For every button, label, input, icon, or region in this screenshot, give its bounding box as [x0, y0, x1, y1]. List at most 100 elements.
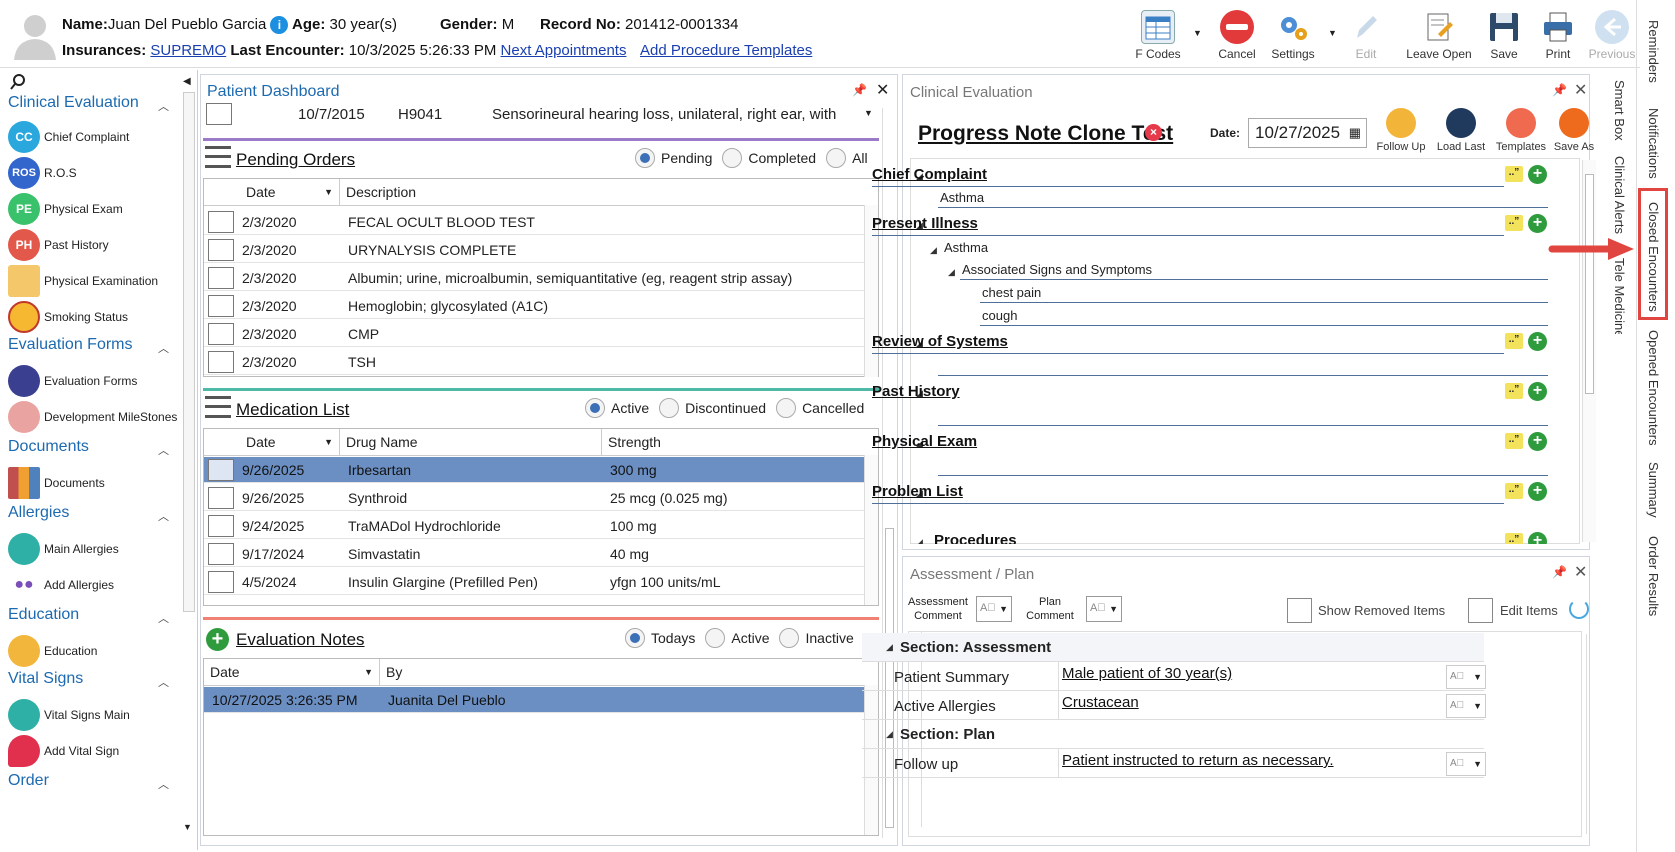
add-icon[interactable]: + [1528, 382, 1547, 401]
add-icon[interactable]: + [1528, 332, 1547, 351]
patient-summary-row[interactable]: Patient Summary Male patient of 30 year(… [862, 662, 1486, 691]
chevron-up-icon[interactable]: ︿ [158, 776, 169, 792]
search-icon[interactable] [10, 74, 26, 90]
section-order[interactable]: Order [8, 772, 49, 790]
plan-comment-dropdown[interactable]: A͏⃞ ▼ [1086, 596, 1122, 622]
row-checkbox[interactable] [208, 458, 234, 481]
add-icon[interactable]: + [1528, 432, 1547, 451]
cancel-button[interactable]: Cancel [1207, 10, 1267, 66]
nav-education[interactable]: Education [8, 635, 97, 667]
chevron-up-icon[interactable]: ︿ [158, 674, 169, 690]
col-date[interactable]: Date ▼ [204, 659, 380, 685]
edit-button[interactable]: Edit [1336, 10, 1396, 66]
filter-inactive[interactable]: Inactive [779, 628, 854, 648]
filter-discontinued[interactable]: Discontinued [659, 398, 766, 418]
tab-notifications[interactable]: Notifications [1646, 108, 1661, 179]
save-as-button[interactable]: Save As [1548, 108, 1600, 153]
sidebar-scroll-down-icon[interactable]: ▼ [183, 822, 192, 832]
add-icon[interactable]: + [1528, 532, 1547, 544]
table-row[interactable]: 10/27/2025 3:26:35 PM Juanita Del Pueblo [204, 687, 864, 713]
nav-documents[interactable]: Documents [8, 467, 105, 499]
quote-icon[interactable]: ..” [1505, 433, 1523, 449]
quote-icon[interactable]: ..” [1505, 533, 1523, 544]
row-checkbox[interactable] [208, 542, 234, 565]
col-date[interactable]: Date ▼ [240, 429, 340, 455]
active-allergies-row[interactable]: Active Allergies Crustacean A⃞ ▼ [862, 691, 1486, 720]
col-description[interactable]: Description [340, 179, 860, 205]
next-appointments-link[interactable]: Next Appointments [501, 42, 627, 59]
nav-ros[interactable]: ROS R.O.S [8, 157, 77, 189]
section-present-illness[interactable]: Present Illness [872, 215, 978, 232]
present-illness-item[interactable]: Asthma [944, 240, 988, 255]
nav-development-milestones[interactable]: Development MileStones [8, 401, 177, 433]
assessment-scrollbar[interactable] [1586, 634, 1600, 834]
section-chief-complaint[interactable]: Chief Complaint [872, 166, 987, 183]
chevron-up-icon[interactable]: ︿ [158, 98, 169, 114]
quote-icon[interactable]: ..” [1505, 383, 1523, 399]
previous-button[interactable]: Previous [1582, 10, 1642, 66]
follow-up-value[interactable]: Patient instructed to return as necessar… [1062, 752, 1334, 769]
table-row[interactable]: 9/26/2025 Irbesartan 300 mg [204, 457, 864, 483]
hamburger-icon[interactable] [205, 396, 231, 418]
row-checkbox[interactable] [208, 486, 234, 509]
pin-icon[interactable]: 📌 [852, 83, 867, 97]
patient-summary-value[interactable]: Male patient of 30 year(s) [1062, 665, 1232, 682]
insurance-link[interactable]: SUPREMO [150, 42, 226, 59]
associated-signs-item[interactable]: Associated Signs and Symptoms [962, 262, 1152, 277]
table-row[interactable]: 2/3/2020 Hemoglobin; glycosylated (A1C) [204, 293, 864, 319]
tab-clinical-alerts[interactable]: Clinical Alerts [1612, 156, 1627, 234]
add-evaluation-note-icon[interactable]: + [206, 628, 229, 651]
row-checkbox[interactable] [208, 514, 234, 537]
symptom-item[interactable]: cough [982, 308, 1017, 323]
table-row[interactable]: 9/24/2025 TraMADol Hydrochloride 100 mg [204, 513, 864, 539]
nav-chief-complaint[interactable]: CC Chief Complaint [8, 121, 129, 153]
row-checkbox[interactable] [206, 103, 232, 125]
fcodes-dropdown-icon[interactable]: ▼ [1193, 28, 1202, 38]
symptom-item[interactable]: chest pain [982, 285, 1041, 300]
quote-icon[interactable]: ..” [1505, 215, 1523, 231]
follow-up-button[interactable]: Follow Up [1372, 108, 1430, 153]
table-row[interactable]: 9/17/2024 Simvastatin 40 mg [204, 541, 864, 567]
col-date[interactable]: Date ▼ [240, 179, 340, 205]
active-allergies-value[interactable]: Crustacean [1062, 694, 1139, 711]
nav-add-vital-sign[interactable]: Add Vital Sign [8, 735, 119, 767]
add-procedure-templates-link[interactable]: Add Procedure Templates [640, 42, 812, 59]
table-row[interactable]: 9/26/2025 Synthroid 25 mcg (0.025 mg) [204, 485, 864, 511]
row-checkbox[interactable] [208, 322, 234, 345]
filter-all[interactable]: All [826, 148, 868, 168]
section-past-history[interactable]: Past History [872, 383, 960, 400]
show-removed-checkbox[interactable] [1287, 598, 1312, 623]
row-checkbox[interactable] [208, 238, 234, 261]
medication-scrollbar[interactable] [864, 455, 878, 605]
save-button[interactable]: Save [1474, 10, 1534, 66]
nav-vital-signs-main[interactable]: Vital Signs Main [8, 699, 130, 731]
tab-smart-box[interactable]: Smart Box [1612, 80, 1627, 141]
quote-icon[interactable]: ..” [1505, 333, 1523, 349]
follow-up-row[interactable]: Follow up Patient instructed to return a… [862, 749, 1486, 778]
filter-active-notes[interactable]: Active [705, 628, 769, 648]
col-drug-name[interactable]: Drug Name [340, 429, 602, 455]
filter-todays[interactable]: Todays [625, 628, 695, 648]
note-title[interactable]: Progress Note Clone Test [918, 122, 1173, 146]
nav-smoking-status[interactable]: Smoking Status [8, 301, 128, 333]
section-problem-list[interactable]: Problem List [872, 483, 963, 500]
note-tree-scrollbar[interactable] [1582, 160, 1596, 542]
refresh-icon[interactable] [1569, 599, 1589, 619]
row-checkbox[interactable] [208, 210, 234, 233]
table-row[interactable]: 2/3/2020 FECAL OCULT BLOOD TEST [204, 209, 864, 235]
section-allergies[interactable]: Allergies [8, 504, 69, 522]
calendar-icon[interactable]: ▦ [1349, 125, 1361, 141]
section-procedures[interactable]: Procedures [910, 532, 1017, 544]
table-row[interactable]: 2/3/2020 URYNALYSIS COMPLETE [204, 237, 864, 263]
tab-reminders[interactable]: Reminders [1646, 20, 1661, 83]
close-icon[interactable]: ✕ [876, 80, 889, 100]
col-strength[interactable]: Strength [602, 429, 864, 455]
quote-icon[interactable]: ..” [1505, 483, 1523, 499]
nav-physical-exam[interactable]: PE Physical Exam [8, 193, 123, 225]
chevron-up-icon[interactable]: ︿ [158, 610, 169, 626]
section-clinical-evaluation[interactable]: Clinical Evaluation [8, 94, 139, 112]
section-plan-row[interactable]: ◢ Section: Plan [862, 720, 1484, 749]
section-physical-exam[interactable]: Physical Exam [872, 433, 977, 450]
table-row[interactable]: 2/3/2020 CMP [204, 321, 864, 347]
problem-row[interactable]: 10/7/2015 H9041 Sensorineural hearing lo… [202, 102, 882, 126]
